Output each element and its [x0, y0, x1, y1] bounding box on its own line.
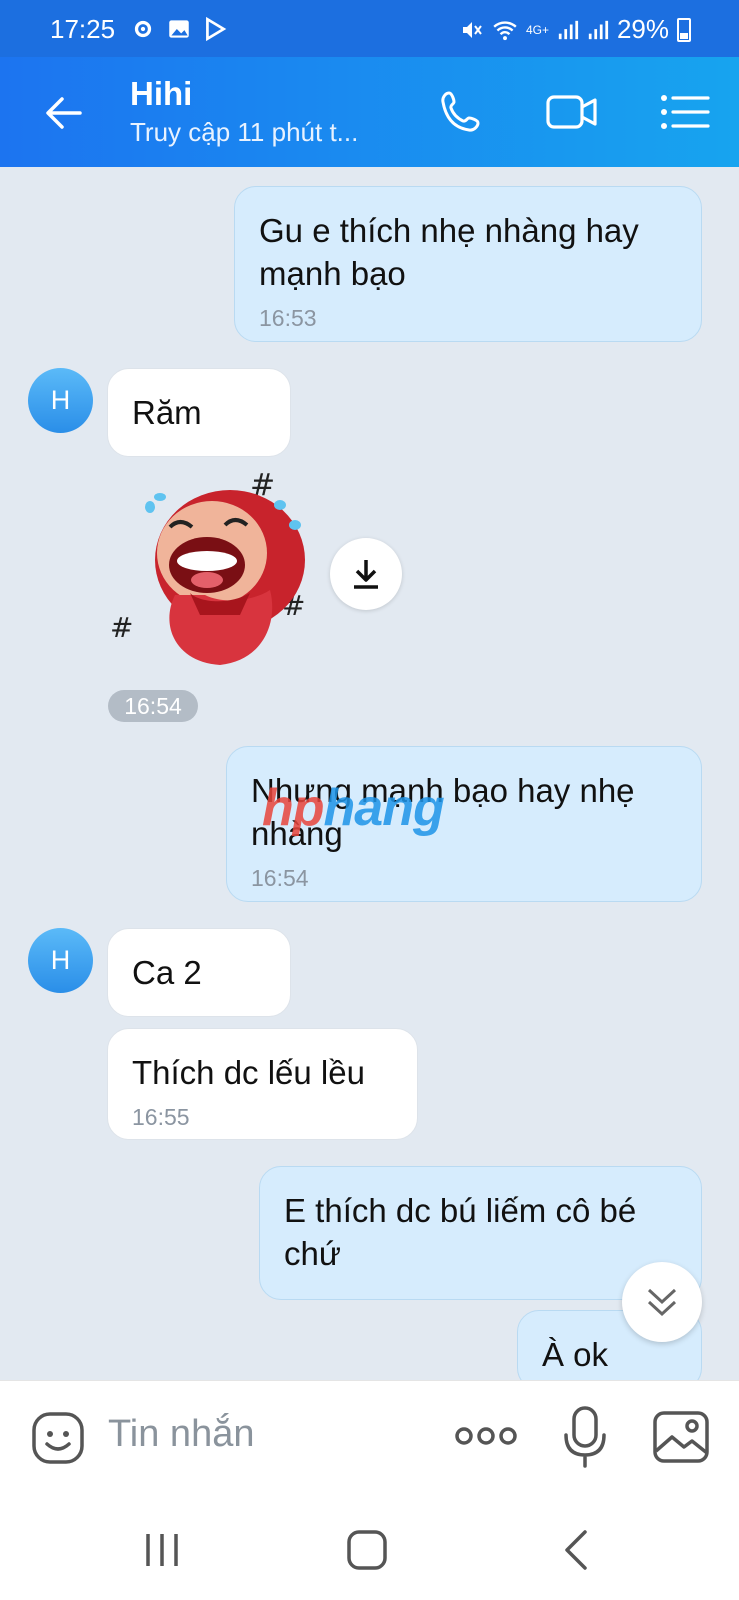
phone-call-icon[interactable] — [435, 85, 489, 139]
message-text: À ok — [542, 1336, 609, 1373]
microphone-icon[interactable] — [562, 1405, 608, 1469]
message-text: Răm — [132, 394, 202, 431]
message-text: Gu e thích nhẹ nhàng hay mạnh bạo — [259, 212, 639, 292]
message-input-bar: Tin nhắn — [0, 1380, 739, 1492]
message-time: 16:54 — [251, 865, 309, 891]
sticker-laughing-crying-girl[interactable]: # # # — [110, 465, 320, 675]
message-bubble-incoming[interactable]: Thích dc lếu lều 16:55 — [107, 1028, 418, 1140]
back-arrow-icon[interactable] — [40, 89, 88, 137]
message-bubble-outgoing[interactable]: Gu e thích nhẹ nhàng hay mạnh bạo 16:53 — [234, 186, 702, 342]
chat-header: Hihi Truy cập 11 phút t... — [0, 57, 739, 167]
wifi-icon — [493, 20, 517, 40]
play-store-icon — [206, 16, 227, 42]
status-time: 17:25 — [50, 14, 116, 44]
avatar[interactable]: H — [28, 928, 93, 993]
svg-text:#: # — [110, 611, 133, 644]
message-time: 16:53 — [259, 305, 317, 331]
emoji-sticker-icon[interactable] — [30, 1410, 86, 1466]
signal-icon — [558, 20, 579, 39]
scroll-to-bottom-button[interactable] — [622, 1262, 702, 1342]
home-icon[interactable] — [345, 1528, 389, 1572]
status-bar: 17:25 4G+ 29% — [0, 0, 739, 57]
settings-icon — [134, 20, 152, 38]
message-bubble-incoming[interactable]: Răm — [107, 368, 291, 457]
message-bubble-incoming[interactable]: Ca 2 — [107, 928, 291, 1017]
signal-2-icon — [588, 20, 609, 39]
battery-percent: 29% — [616, 14, 669, 44]
menu-list-icon[interactable] — [658, 85, 712, 139]
double-chevron-down-icon — [647, 1288, 677, 1317]
status-notification-icons — [130, 16, 228, 42]
image-icon — [169, 20, 189, 38]
message-input[interactable]: Tin nhắn — [108, 1413, 254, 1456]
network-label: 4G+ — [525, 22, 549, 37]
recent-apps-icon[interactable] — [140, 1528, 184, 1572]
watermark-logo: hphang — [262, 779, 445, 837]
message-text: E thích dc bú liếm cô bé chứ — [284, 1192, 637, 1272]
download-button[interactable] — [330, 538, 402, 610]
last-seen-status: Truy cập 11 phút t... — [130, 117, 359, 147]
battery-icon — [677, 17, 691, 42]
sticker-time: 16:54 — [108, 690, 198, 722]
video-call-icon[interactable] — [545, 85, 599, 139]
system-navigation-bar — [0, 1492, 739, 1600]
download-icon — [354, 560, 378, 589]
image-gallery-icon[interactable] — [652, 1409, 710, 1465]
back-icon[interactable] — [555, 1528, 599, 1572]
avatar[interactable]: H — [28, 368, 93, 433]
message-text: Ca 2 — [132, 954, 202, 991]
status-right-icons: 4G+ 29% — [460, 14, 691, 45]
message-time: 16:55 — [132, 1104, 190, 1130]
contact-name[interactable]: Hihi — [130, 75, 192, 113]
more-options-icon[interactable] — [455, 1421, 517, 1451]
mute-icon — [462, 21, 482, 38]
message-text: Thích dc lếu lều — [132, 1054, 365, 1091]
